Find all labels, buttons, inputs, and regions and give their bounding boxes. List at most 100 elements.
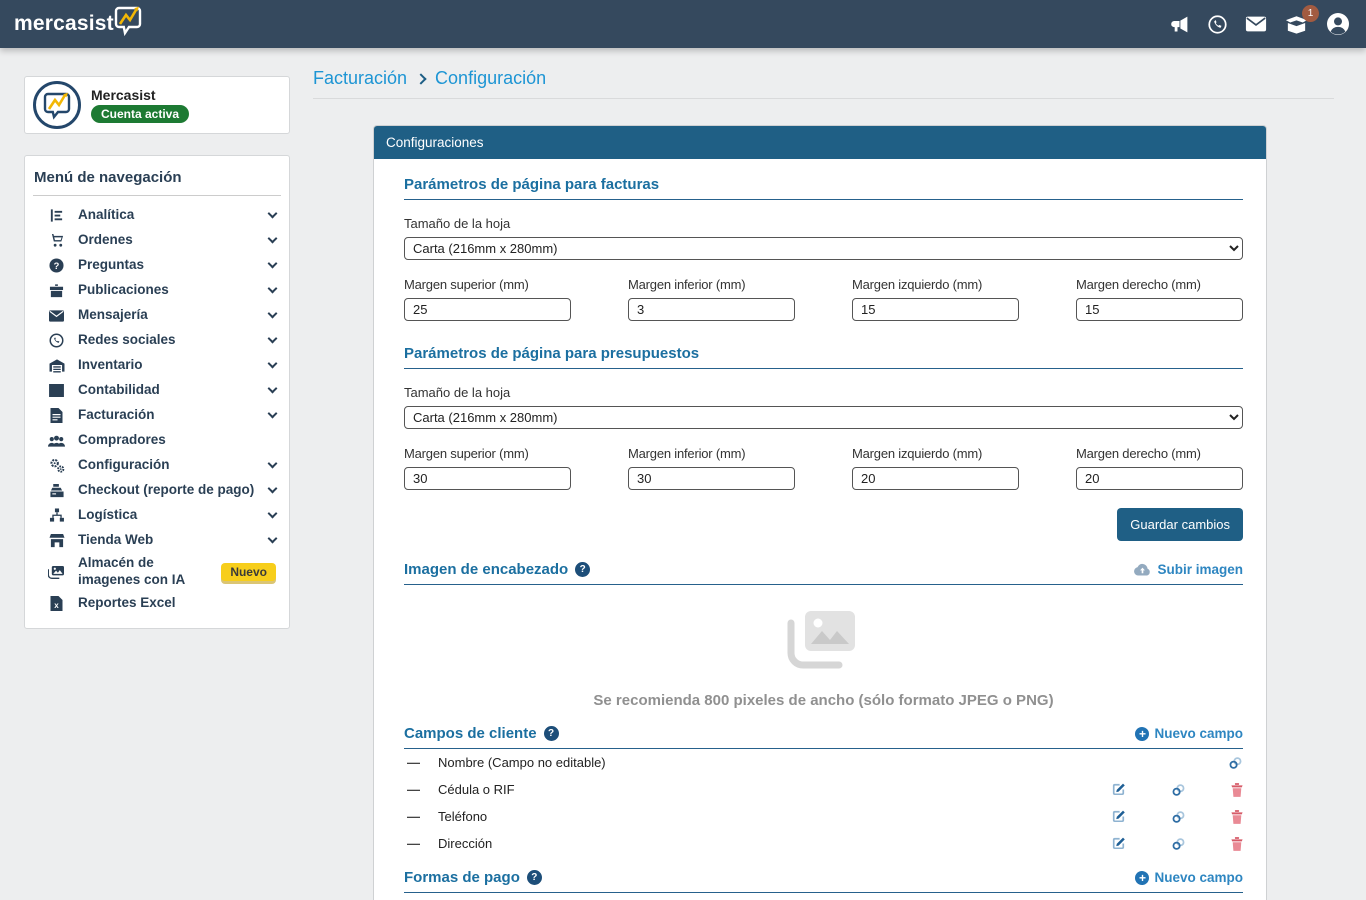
chevron-down-icon (268, 509, 278, 519)
sidebar-item-checkout[interactable]: Checkout (reporte de pago) (33, 478, 281, 503)
invoice-margin-right-input[interactable] (1076, 298, 1243, 321)
user-avatar-icon[interactable] (1326, 12, 1350, 36)
table-icon (47, 384, 66, 397)
invoice-margin-top-input[interactable] (404, 298, 571, 321)
delete-field-icon[interactable] (1231, 783, 1243, 797)
whatsapp-icon[interactable] (1207, 14, 1228, 35)
sidebar-item-analitica[interactable]: Analítica (33, 203, 281, 228)
warehouse-icon (47, 358, 66, 373)
image-hint-text: Se recomienda 800 pixeles de ancho (sólo… (404, 692, 1243, 709)
brand-logo[interactable]: mercasist (14, 11, 145, 37)
page-size-label: Tamaño de la hoja (404, 216, 1243, 231)
sidebar-item-mensajeria[interactable]: Mensajería (33, 303, 281, 328)
chevron-down-icon (268, 259, 278, 269)
question-icon: ? (47, 258, 66, 273)
sidebar-item-publicaciones[interactable]: Publicaciones (33, 278, 281, 303)
sidebar-item-configuracion[interactable]: Configuración (33, 453, 281, 478)
client-field-label: Dirección (438, 836, 492, 851)
drag-handle-icon[interactable]: — (407, 809, 420, 824)
account-name: Mercasist (91, 87, 189, 103)
megaphone-icon[interactable] (1169, 14, 1190, 35)
delete-field-icon[interactable] (1231, 837, 1243, 851)
menu-title: Menú de navegación (33, 165, 281, 196)
drag-handle-icon[interactable]: — (407, 782, 420, 797)
chevron-down-icon (268, 459, 278, 469)
sidebar-item-inventario[interactable]: Inventario (33, 353, 281, 378)
help-icon[interactable]: ? (575, 562, 590, 577)
client-fields-title: Campos de cliente ? (404, 725, 559, 742)
margin-label: Margen derecho (mm) (1076, 277, 1243, 292)
link-field-icon[interactable] (1171, 837, 1186, 851)
new-client-field-link[interactable]: + Nuevo campo (1135, 726, 1243, 741)
cloud-upload-icon (1133, 563, 1152, 576)
upload-image-link[interactable]: Subir imagen (1133, 562, 1243, 577)
payment-methods-title: Formas de pago ? (404, 869, 542, 886)
chevron-down-icon (268, 234, 278, 244)
box-icon (47, 283, 66, 298)
page-size-label: Tamaño de la hoja (404, 385, 1243, 400)
register-icon (47, 483, 66, 498)
top-navbar: mercasist 1 (0, 0, 1366, 48)
drag-handle-icon[interactable]: — (407, 836, 420, 851)
sidebar-item-compradores[interactable]: Compradores (33, 428, 281, 453)
sidebar-item-almacen-imagenes-ia[interactable]: Almacén de imagenes con IA Nuevo (33, 553, 281, 591)
margin-label: Margen superior (mm) (404, 446, 571, 461)
chevron-down-icon (268, 284, 278, 294)
brand-mark-icon (111, 3, 145, 37)
breadcrumb-divider (313, 98, 1334, 99)
chevron-down-icon (268, 334, 278, 344)
budget-page-size-select[interactable]: Carta (216mm x 280mm) (404, 406, 1243, 429)
chevron-down-icon (268, 484, 278, 494)
edit-field-icon[interactable] (1111, 809, 1126, 824)
margin-label: Margen inferior (mm) (628, 277, 795, 292)
client-field-row: — Nombre (Campo no editable) (407, 749, 1243, 776)
excel-icon: x (47, 596, 66, 611)
svg-text:x: x (54, 601, 59, 610)
client-fields-section-header: Campos de cliente ? + Nuevo campo (404, 725, 1243, 749)
breadcrumb-page-link[interactable]: Configuración (435, 68, 546, 89)
client-field-row: — Cédula o RIF (407, 776, 1243, 803)
chevron-down-icon (268, 534, 278, 544)
budget-margin-bottom-input[interactable] (628, 467, 795, 490)
sidebar-item-preguntas[interactable]: ? Preguntas (33, 253, 281, 278)
breadcrumb-section-link[interactable]: Facturación (313, 68, 407, 89)
sidebar-item-facturacion[interactable]: Facturación (33, 403, 281, 428)
account-card: Mercasist Cuenta activa (24, 76, 290, 134)
account-status-badge: Cuenta activa (91, 105, 189, 123)
help-icon[interactable]: ? (527, 870, 542, 885)
client-field-row: — Teléfono (407, 803, 1243, 830)
sidebar-item-ordenes[interactable]: Ordenes (33, 228, 281, 253)
link-field-icon[interactable] (1171, 783, 1186, 797)
help-icon[interactable]: ? (544, 726, 559, 741)
link-field-icon[interactable] (1171, 810, 1186, 824)
inbox-gift-icon[interactable]: 1 (1284, 14, 1309, 34)
chevron-right-icon (415, 73, 426, 84)
invoice-margin-left-input[interactable] (852, 298, 1019, 321)
budget-margin-top-input[interactable] (404, 467, 571, 490)
client-field-label: Teléfono (438, 809, 487, 824)
edit-field-icon[interactable] (1111, 836, 1126, 851)
invoice-margin-bottom-input[interactable] (628, 298, 795, 321)
new-payment-field-link[interactable]: + Nuevo campo (1135, 870, 1243, 885)
header-image-title: Imagen de encabezado ? (404, 561, 590, 578)
link-field-icon[interactable] (1228, 756, 1243, 770)
edit-field-icon[interactable] (1111, 782, 1126, 797)
invoice-page-size-select[interactable]: Carta (216mm x 280mm) (404, 237, 1243, 260)
plus-circle-icon: + (1135, 727, 1149, 741)
client-field-label: Cédula o RIF (438, 782, 515, 797)
image-placeholder-icon (787, 611, 861, 671)
sidebar-item-tienda-web[interactable]: Tienda Web (33, 528, 281, 553)
chevron-down-icon (268, 409, 278, 419)
users-icon (47, 434, 66, 448)
save-button[interactable]: Guardar cambios (1117, 508, 1243, 541)
sidebar-item-redes-sociales[interactable]: Redes sociales (33, 328, 281, 353)
delete-field-icon[interactable] (1231, 810, 1243, 824)
chevron-down-icon (268, 309, 278, 319)
sidebar-item-contabilidad[interactable]: Contabilidad (33, 378, 281, 403)
budget-margin-left-input[interactable] (852, 467, 1019, 490)
sidebar-item-reportes-excel[interactable]: x Reportes Excel (33, 591, 281, 616)
drag-handle-icon[interactable]: — (407, 755, 420, 770)
budget-margin-right-input[interactable] (1076, 467, 1243, 490)
sidebar-item-logistica[interactable]: Logística (33, 503, 281, 528)
envelope-icon[interactable] (1245, 15, 1267, 33)
